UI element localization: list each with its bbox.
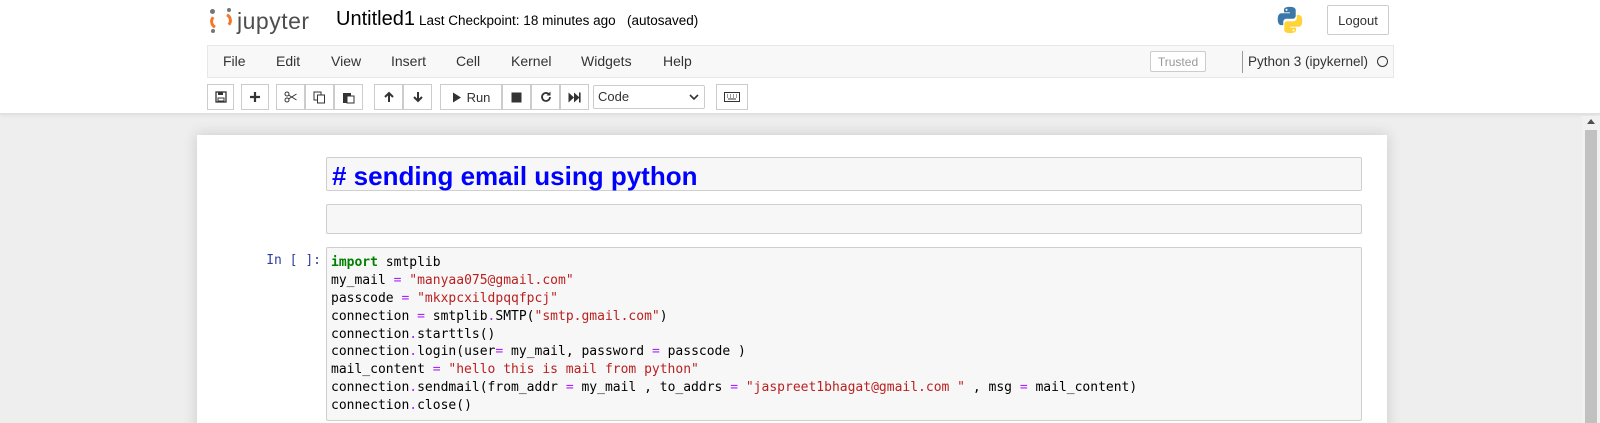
save-icon xyxy=(214,91,227,103)
menu-edit[interactable]: Edit xyxy=(276,53,300,69)
cut-button[interactable] xyxy=(276,84,305,110)
cell-type-value: Code xyxy=(598,89,630,104)
notebook-container: # sending email using python In [ ]: imp… xyxy=(197,135,1387,423)
code-line: connection.close() xyxy=(331,398,472,414)
scrollbar-thumb[interactable] xyxy=(1585,130,1597,423)
kernel-idle-circle-icon xyxy=(1377,56,1388,67)
fast-forward-icon xyxy=(568,92,581,102)
code-line: mail_content = "hello this is mail from … xyxy=(331,362,699,378)
input-prompt: In [ ]: xyxy=(266,253,321,268)
menu-insert[interactable]: Insert xyxy=(391,53,426,69)
menu-cell[interactable]: Cell xyxy=(456,53,480,69)
jupyter-logo-icon xyxy=(208,8,234,34)
markdown-cell-text: # sending email using python xyxy=(332,161,698,191)
jupyter-logo[interactable]: jupyter xyxy=(208,6,310,36)
code-line: connection = smtplib.SMTP("smtp.gmail.co… xyxy=(331,308,668,324)
restart-run-all-button[interactable] xyxy=(560,84,589,110)
python-logo-icon xyxy=(1277,6,1303,34)
arrow-down-icon xyxy=(412,92,423,103)
code-cell[interactable]: import smtplib my_mail = "manyaa075@gmai… xyxy=(326,247,1362,421)
code-line: connection.sendmail(from_addr = my_mail … xyxy=(331,380,1138,396)
restart-icon xyxy=(540,91,551,102)
restart-button[interactable] xyxy=(531,84,560,110)
code-line: import smtplib xyxy=(331,255,441,270)
chevron-down-icon xyxy=(689,94,699,101)
code-line: connection.starttls() xyxy=(331,326,496,342)
menu-file[interactable]: File xyxy=(223,53,246,69)
run-icon xyxy=(452,92,461,102)
paste-icon xyxy=(343,92,355,103)
menu-widgets[interactable]: Widgets xyxy=(581,53,632,69)
arrow-up-icon xyxy=(383,91,394,102)
notebook-name[interactable]: Untitled1 xyxy=(336,8,415,31)
jupyter-logo-text: jupyter xyxy=(237,7,310,34)
interrupt-button[interactable] xyxy=(502,84,531,110)
empty-cell[interactable] xyxy=(326,204,1362,234)
move-up-button[interactable] xyxy=(374,84,403,110)
scroll-up-arrow-icon[interactable] xyxy=(1587,119,1595,124)
command-palette-button[interactable] xyxy=(716,84,748,110)
save-button[interactable] xyxy=(207,84,234,110)
run-button-label: Run xyxy=(466,89,491,105)
markdown-cell[interactable]: # sending email using python xyxy=(326,157,1362,191)
vertical-scrollbar[interactable] xyxy=(1582,116,1600,423)
menu-help[interactable]: Help xyxy=(663,53,692,69)
stop-icon xyxy=(511,92,522,102)
header: jupyter Untitled1 Last Checkpoint: 18 mi… xyxy=(0,0,1600,114)
cell-type-select[interactable]: Code xyxy=(593,85,705,109)
menu-view[interactable]: View xyxy=(331,53,361,69)
code-line: passcode = "mkxpcxildpqqfpcj" xyxy=(331,290,558,306)
move-down-button[interactable] xyxy=(403,84,432,110)
kernel-name[interactable]: Python 3 (ipykernel) xyxy=(1242,51,1368,73)
menu-kernel[interactable]: Kernel xyxy=(511,53,551,69)
menubar: File Edit View Insert Cell Kernel Widget… xyxy=(207,45,1394,78)
autosave-status: (autosaved) xyxy=(627,13,699,28)
last-checkpoint: Last Checkpoint: 18 minutes ago xyxy=(419,13,616,28)
run-button[interactable]: Run xyxy=(440,84,502,110)
trusted-indicator[interactable]: Trusted xyxy=(1150,51,1206,72)
logout-button[interactable]: Logout xyxy=(1327,5,1389,35)
cut-icon xyxy=(284,91,297,103)
copy-button[interactable] xyxy=(305,84,334,110)
keyboard-icon xyxy=(724,92,740,102)
insert-cell-button[interactable] xyxy=(241,84,269,110)
code-line: connection.login(user= my_mail, password… xyxy=(331,344,746,360)
plus-icon xyxy=(250,92,260,102)
copy-icon xyxy=(313,91,325,103)
code-line: my_mail = "manyaa075@gmail.com" xyxy=(331,272,574,288)
paste-button[interactable] xyxy=(334,84,363,110)
